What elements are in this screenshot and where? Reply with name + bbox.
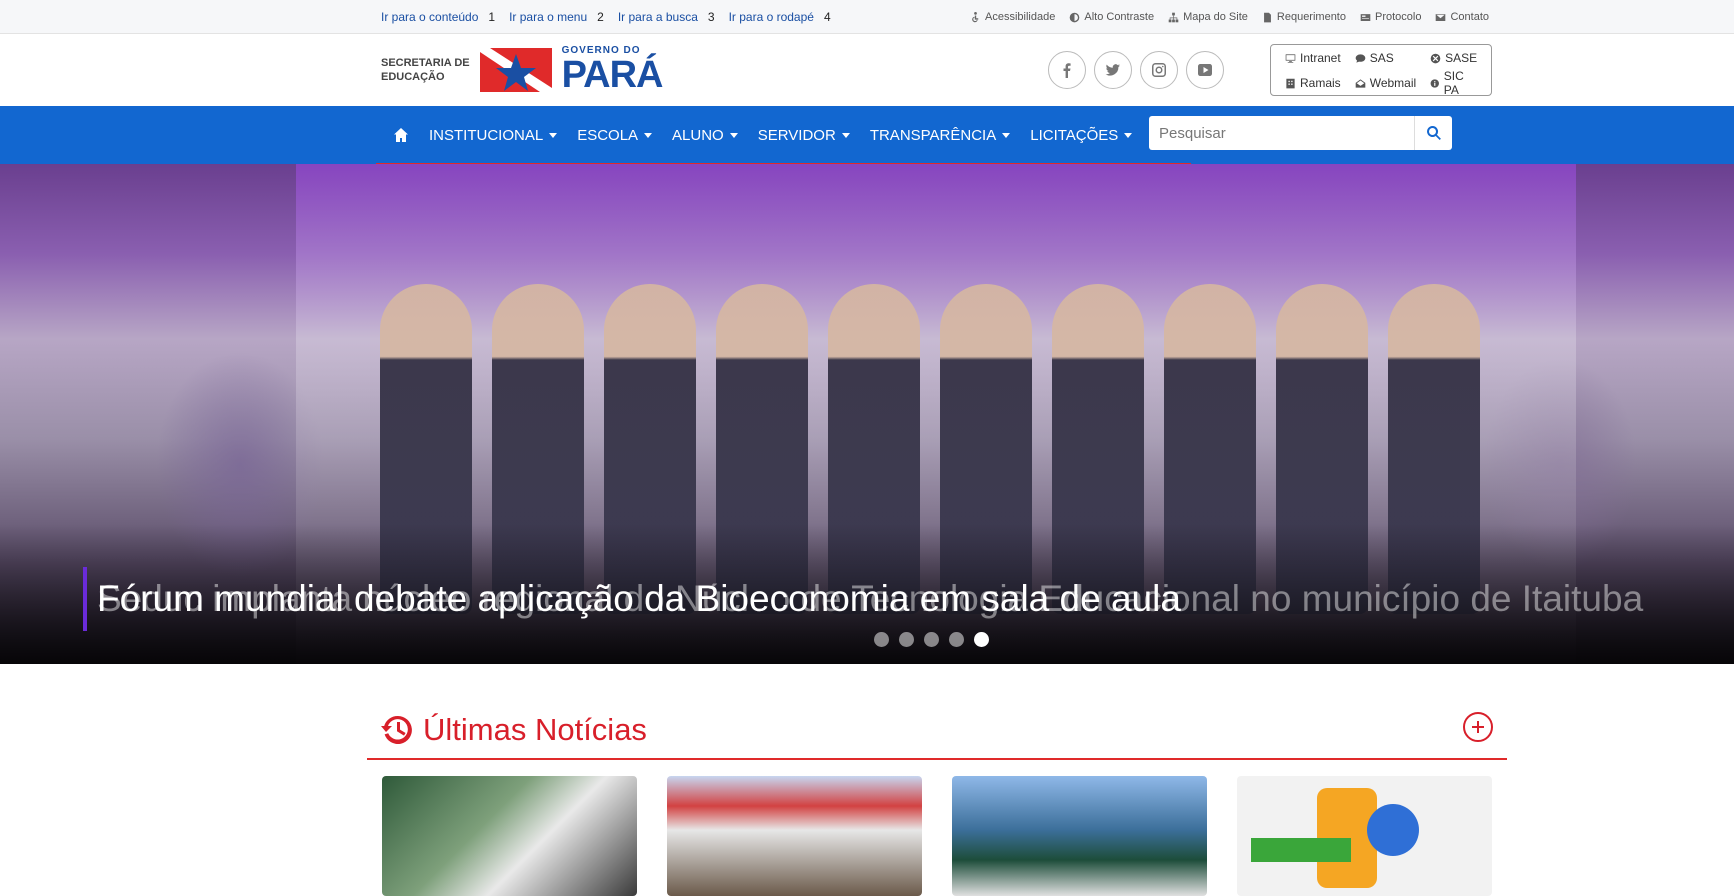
carousel-dot-5[interactable] — [974, 632, 989, 647]
chevron-down-icon — [1002, 132, 1011, 138]
twitter-link[interactable] — [1094, 51, 1132, 89]
protocolo-link[interactable]: Protocolo — [1360, 11, 1421, 23]
instagram-link[interactable] — [1140, 51, 1178, 89]
skip-link-content[interactable]: Ir para o conteúdo 1 — [381, 10, 495, 24]
menu-escola[interactable]: ESCOLA — [577, 127, 653, 144]
contrast-link[interactable]: Alto Contraste — [1069, 11, 1154, 23]
carousel-caption[interactable]: Fórum mundial debate aplicação da Bioeco… — [83, 567, 1181, 631]
search-form — [1149, 116, 1452, 150]
site-header: SECRETARIA DE EDUCAÇÃO GOVERNO DO PARÁ In… — [0, 35, 1734, 106]
skip-link-footer[interactable]: Ir para o rodapé 4 — [729, 10, 831, 24]
menu-licitacoes[interactable]: LICITAÇÕES — [1030, 127, 1133, 144]
news-title: Últimas Notícias — [381, 712, 647, 748]
sas-link[interactable]: SAS — [1355, 51, 1416, 65]
chevron-down-icon — [549, 132, 558, 138]
chevron-down-icon — [729, 132, 738, 138]
history-icon — [381, 715, 412, 744]
chat-icon — [1355, 53, 1366, 63]
menu-transparencia[interactable]: TRANSPARÊNCIA — [870, 127, 1011, 144]
carousel-dot-4[interactable] — [949, 632, 964, 647]
hero-carousel[interactable]: Seduc implanta núcleo regional do Núcleo… — [0, 164, 1734, 664]
skip-links: Ir para o conteúdo 1 Ir para o menu 2 Ir p… — [381, 10, 831, 24]
card-icon — [1360, 13, 1371, 21]
youtube-link[interactable] — [1186, 51, 1224, 89]
secretaria-label: SECRETARIA DE EDUCAÇÃO — [381, 57, 470, 83]
skip-link-search[interactable]: Ir para a busca 3 — [618, 10, 715, 24]
sicpa-link[interactable]: SIC PA — [1430, 69, 1477, 97]
x-circle-icon — [1430, 53, 1441, 63]
youtube-icon — [1198, 64, 1212, 76]
facebook-icon — [1063, 63, 1071, 78]
sitemap-icon — [1168, 12, 1179, 22]
envelope-icon — [1436, 13, 1446, 21]
carousel-dot-3[interactable] — [924, 632, 939, 647]
news-section-header: Últimas Notícias — [367, 700, 1507, 760]
quick-links: Intranet SAS SASE Ramais Webmail SIC PA — [1270, 44, 1492, 97]
menu-servidor[interactable]: SERVIDOR — [758, 127, 850, 144]
social-links — [1048, 51, 1224, 89]
site-logo[interactable]: SECRETARIA DE EDUCAÇÃO GOVERNO DO PARÁ — [381, 45, 664, 96]
sase-link[interactable]: SASE — [1430, 51, 1477, 65]
news-card-4[interactable] — [1237, 776, 1492, 896]
file-icon — [1263, 12, 1271, 22]
facebook-link[interactable] — [1048, 51, 1086, 89]
accessibility-bar: Ir para o conteúdo 1 Ir para o menu 2 Ir p… — [0, 0, 1734, 34]
menu-aluno[interactable]: ALUNO — [672, 127, 738, 144]
home-link[interactable] — [393, 127, 409, 143]
contrast-icon — [1070, 12, 1080, 22]
ramais-link[interactable]: Ramais — [1285, 69, 1341, 97]
carousel-indicators — [874, 632, 989, 647]
chevron-down-icon — [644, 132, 653, 138]
contato-link[interactable]: Contato — [1435, 11, 1489, 23]
search-input[interactable] — [1149, 116, 1414, 150]
chevron-down-icon — [841, 132, 850, 138]
tool-links: Acessibilidade Alto Contraste Mapa do Si… — [970, 11, 1489, 23]
home-icon — [394, 128, 408, 142]
search-button[interactable] — [1414, 116, 1452, 150]
desktop-icon — [1285, 53, 1296, 63]
search-icon — [1426, 126, 1441, 140]
phone-icon — [1286, 78, 1295, 88]
webmail-link[interactable]: Webmail — [1355, 69, 1416, 97]
carousel-dot-1[interactable] — [874, 632, 889, 647]
more-news-button[interactable] — [1463, 712, 1493, 742]
instagram-icon — [1152, 63, 1166, 77]
accessibility-link[interactable]: Acessibilidade — [970, 11, 1055, 23]
main-menu: INSTITUCIONAL ESCOLA ALUNO SERVIDOR TRAN… — [393, 106, 1133, 164]
plus-icon — [1472, 721, 1484, 733]
para-flag-icon — [479, 48, 552, 92]
wheelchair-icon — [972, 11, 979, 22]
carousel-dot-2[interactable] — [899, 632, 914, 647]
news-card-2[interactable] — [667, 776, 922, 896]
news-card-1[interactable] — [382, 776, 637, 896]
requerimento-link[interactable]: Requerimento — [1262, 11, 1346, 23]
intranet-link[interactable]: Intranet — [1285, 51, 1341, 65]
skip-link-menu[interactable]: Ir para o menu 2 — [509, 10, 604, 24]
news-cards — [382, 776, 1492, 896]
twitter-icon — [1105, 64, 1120, 76]
info-icon — [1430, 78, 1440, 88]
mail-open-icon — [1355, 78, 1366, 88]
sitemap-link[interactable]: Mapa do Site — [1168, 11, 1248, 23]
menu-institucional[interactable]: INSTITUCIONAL — [429, 127, 558, 144]
chevron-down-icon — [1124, 132, 1133, 138]
main-navbar: INSTITUCIONAL ESCOLA ALUNO SERVIDOR TRAN… — [0, 106, 1734, 165]
governo-para-wordmark: GOVERNO DO PARÁ — [561, 45, 664, 96]
news-card-3[interactable] — [952, 776, 1207, 896]
